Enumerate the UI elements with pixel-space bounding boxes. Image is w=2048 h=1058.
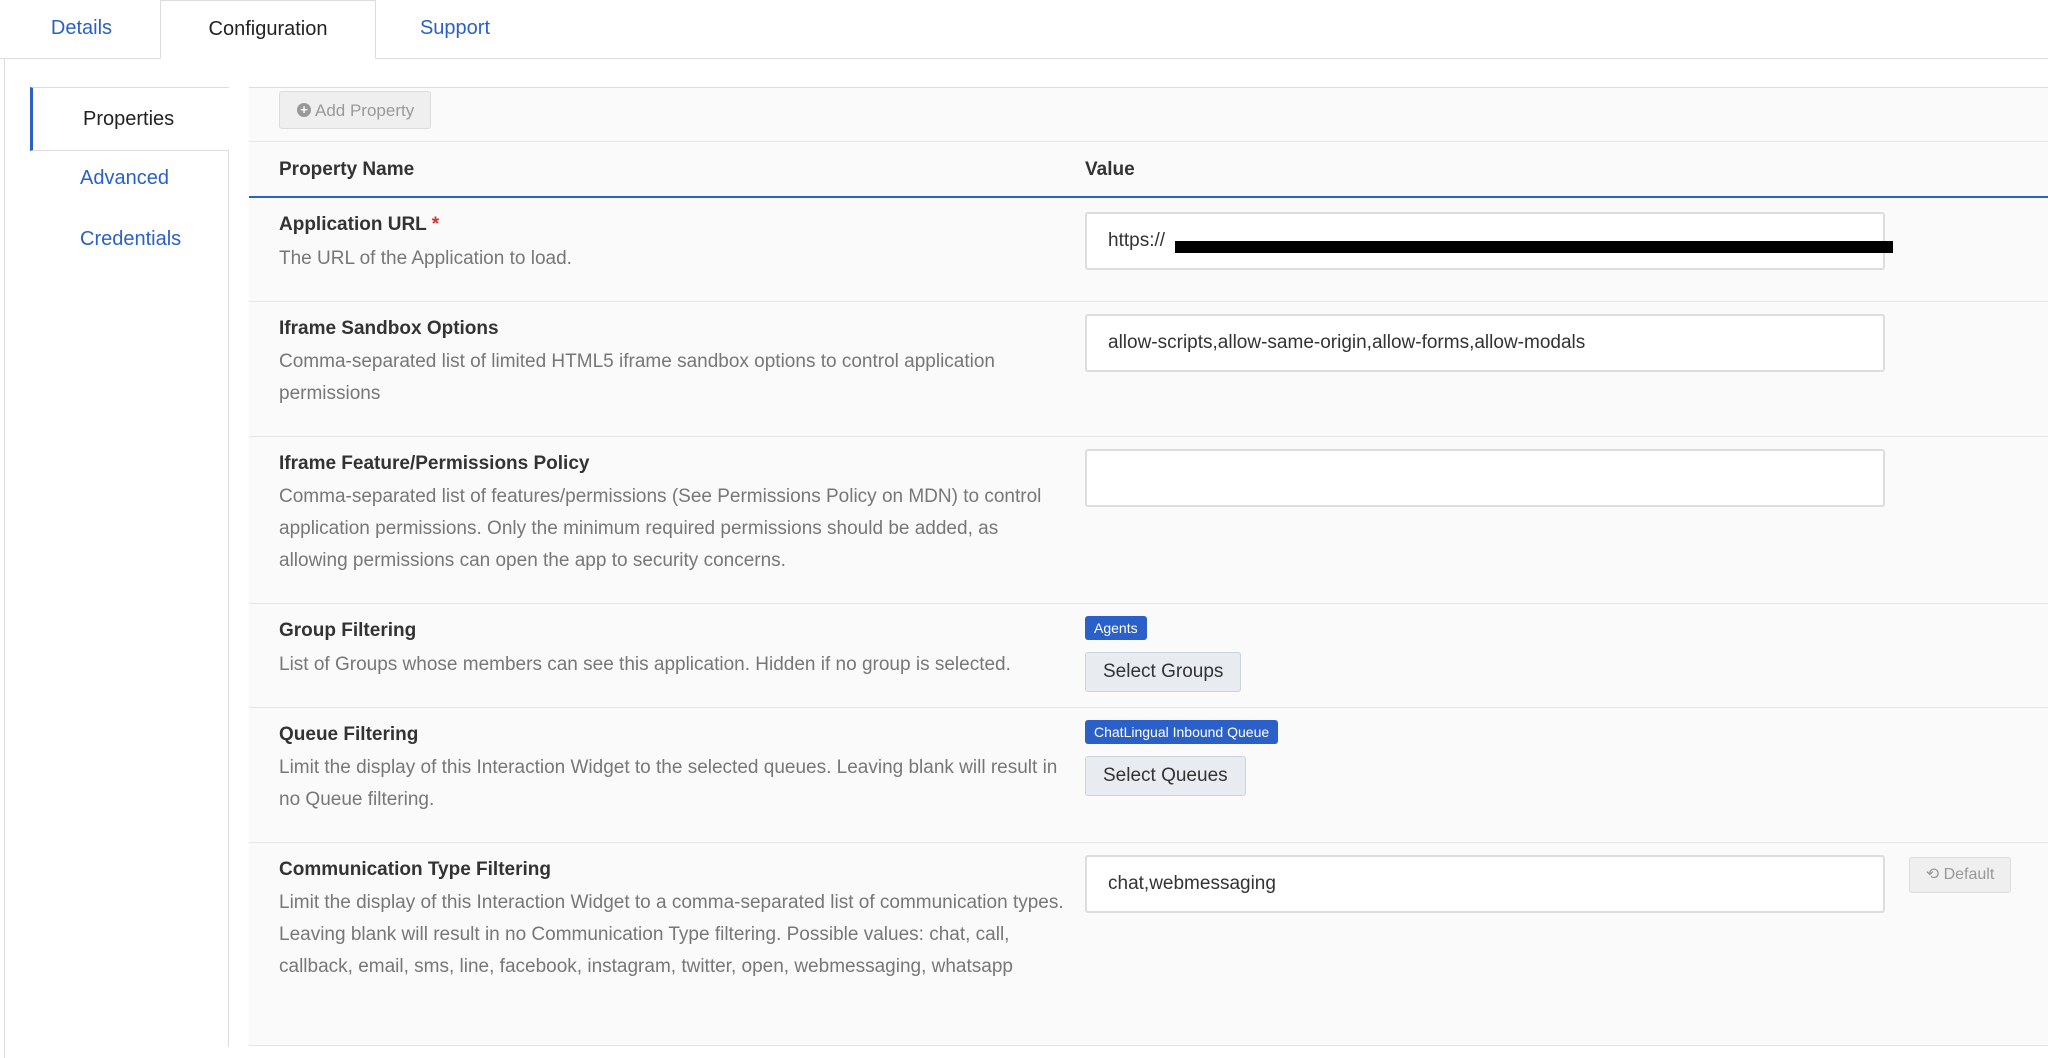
select-groups-button[interactable]: Select Groups — [1085, 652, 1242, 692]
communication-types-input[interactable]: chat,webmessaging — [1085, 855, 1885, 913]
subnav-item-credentials[interactable]: Credentials — [30, 220, 228, 260]
property-name: Application URL * — [279, 214, 440, 235]
property-description: Comma-separated list of features/permiss… — [279, 486, 1042, 571]
group-tag[interactable]: Agents — [1085, 616, 1147, 640]
property-name: Communication Type Filtering — [279, 859, 551, 880]
table-header: Property Name Value — [249, 142, 2048, 198]
property-description: Comma-separated list of limited HTML5 if… — [279, 351, 995, 404]
table-row: Iframe Feature/Permissions Policy Comma-… — [249, 437, 2048, 604]
subnav-item-label: Properties — [83, 108, 175, 130]
column-header-value: Value — [1085, 159, 1135, 180]
column-header-name: Property Name — [279, 159, 415, 180]
undo-icon: ⟲ — [1925, 866, 1940, 883]
add-property-button[interactable]: + Add Property — [279, 91, 431, 129]
sandbox-options-input[interactable]: allow-scripts,allow-same-origin,allow-fo… — [1085, 314, 1885, 372]
subnav-item-label: Credentials — [80, 228, 182, 250]
table-row: Application URL * The URL of the Applica… — [249, 198, 2048, 302]
tab-details[interactable]: Details — [24, 0, 139, 58]
property-description: Limit the display of this Interaction Wi… — [279, 892, 1064, 977]
add-property-label: Add Property — [315, 101, 415, 120]
required-indicator: * — [431, 214, 440, 235]
table-row: Iframe Sandbox Options Comma-separated l… — [249, 302, 2048, 437]
queue-tag[interactable]: ChatLingual Inbound Queue — [1085, 720, 1279, 744]
table-row: Group Filtering List of Groups whose mem… — [249, 604, 2048, 708]
table-row: Communication Type Filtering Limit the d… — [249, 843, 2048, 1046]
application-url-input[interactable]: https:// — [1085, 212, 1893, 270]
redacted-text — [1175, 241, 1893, 253]
properties-toolbar: + Add Property — [249, 88, 2048, 142]
property-name: Iframe Sandbox Options — [279, 318, 499, 339]
tab-configuration[interactable]: Configuration — [160, 0, 376, 59]
subnav-item-advanced[interactable]: Advanced — [30, 159, 228, 199]
subnav-item-label: Advanced — [80, 167, 169, 189]
properties-panel: + Add Property Property Name Value Applic… — [249, 87, 2048, 1048]
top-tabs: Details Configuration Support — [0, 0, 2048, 59]
property-name: Queue Filtering — [279, 724, 419, 745]
property-description: The URL of the Application to load. — [279, 248, 572, 269]
plus-circle-icon: + — [297, 102, 311, 117]
table-row: Queue Filtering Limit the display of thi… — [249, 708, 2048, 843]
property-name: Group Filtering — [279, 620, 417, 641]
subnav-item-properties[interactable]: Properties — [30, 87, 229, 151]
select-queues-button[interactable]: Select Queues — [1085, 756, 1246, 796]
property-description: List of Groups whose members can see thi… — [279, 654, 1011, 675]
config-subnav: Properties Advanced Credentials — [30, 87, 229, 1047]
reset-default-button[interactable]: ⟲ Default — [1909, 857, 2011, 893]
tab-support[interactable]: Support — [400, 0, 510, 58]
permissions-policy-input[interactable] — [1085, 449, 1885, 507]
property-name: Iframe Feature/Permissions Policy — [279, 453, 590, 474]
property-description: Limit the display of this Interaction Wi… — [279, 757, 1058, 810]
